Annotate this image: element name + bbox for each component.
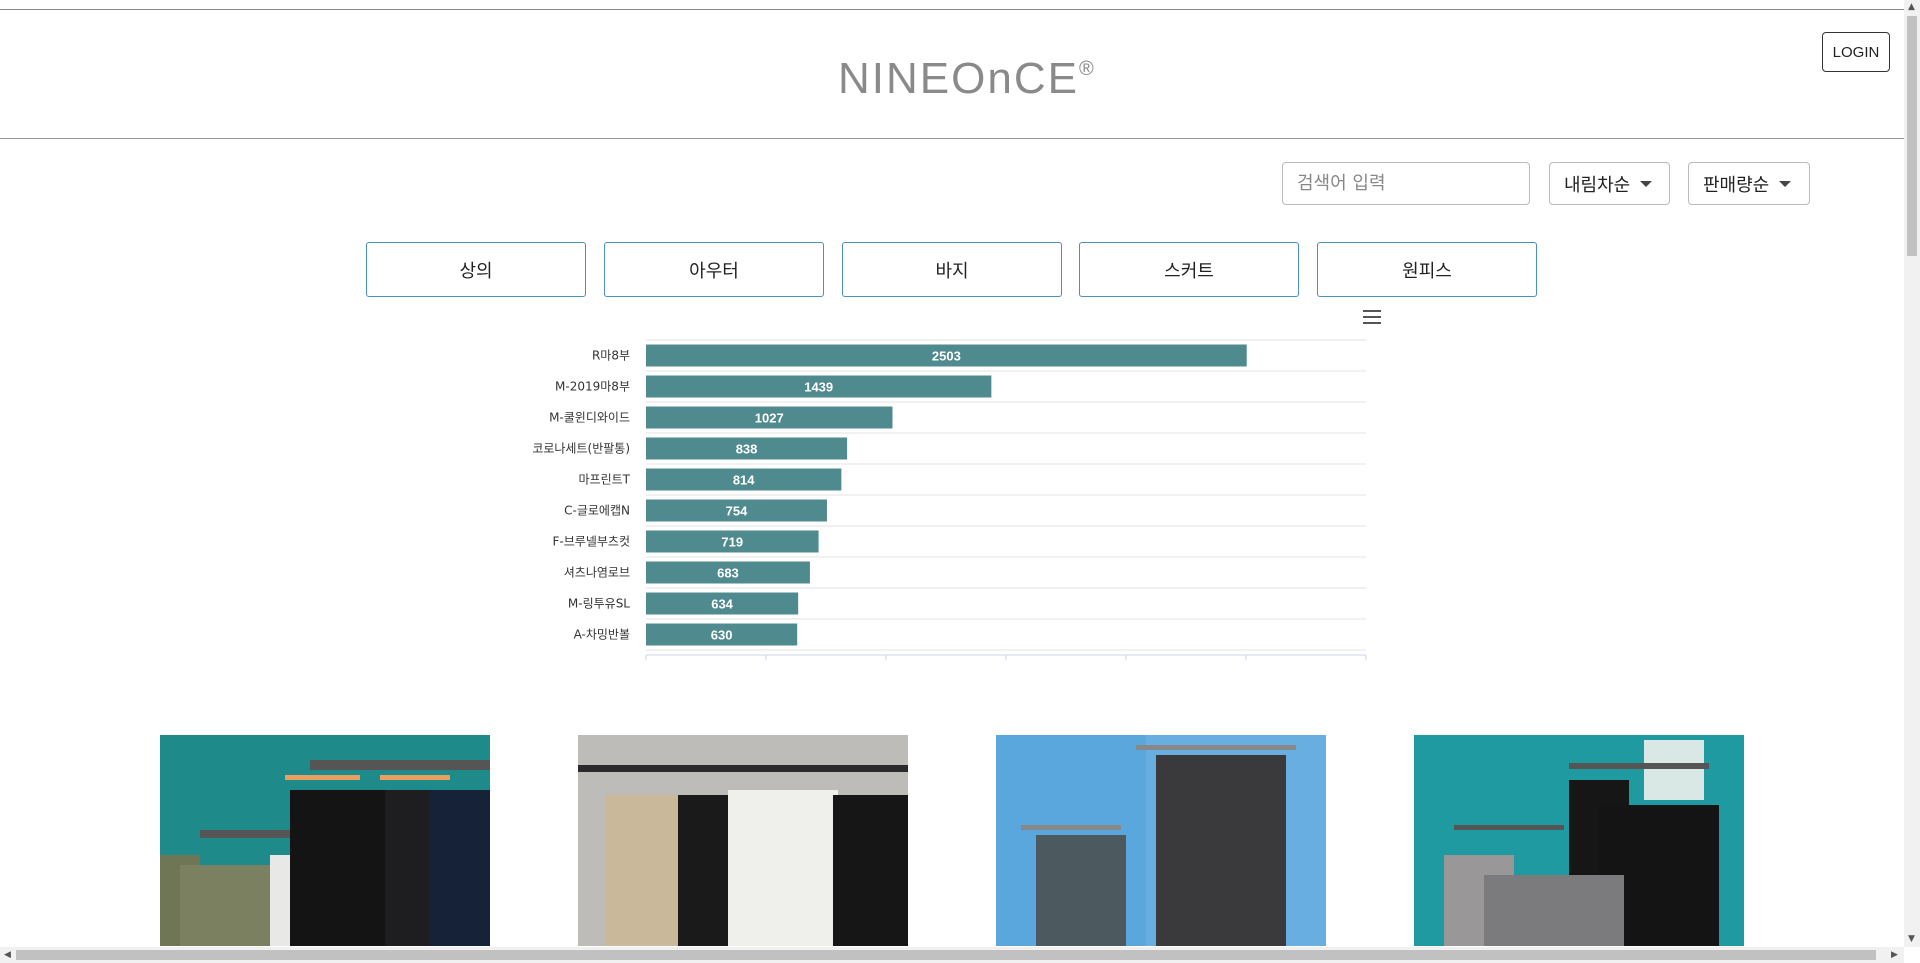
site-logo[interactable]: NINEOnCE® [838, 54, 1096, 104]
category-label: M-링투유SL [568, 597, 630, 611]
product-photo [160, 735, 490, 946]
data-label: 2503 [932, 349, 961, 364]
vertical-scrollbar-thumb[interactable] [1907, 16, 1917, 256]
category-label: M-2019마8부 [555, 380, 630, 394]
scroll-right-icon[interactable]: ▶ [1891, 950, 1898, 960]
site-header: NINEOnCE® LOGIN [0, 10, 1904, 139]
data-label: 814 [733, 473, 755, 488]
product-thumbnail-4[interactable] [1414, 735, 1744, 946]
vertical-scrollbar[interactable]: ▲ ▼ [1904, 0, 1920, 947]
chevron-down-icon [1640, 180, 1653, 187]
chart-menu-icon[interactable] [1363, 310, 1381, 326]
category-button-skirt[interactable]: 스커트 [1079, 242, 1299, 297]
scroll-up-icon[interactable]: ▲ [1908, 2, 1915, 12]
category-label: R마8부 [592, 349, 630, 363]
category-button-top[interactable]: 상의 [366, 242, 586, 297]
scroll-down-icon[interactable]: ▼ [1908, 934, 1915, 944]
product-thumbnail-3[interactable] [996, 735, 1326, 946]
product-photo [578, 735, 908, 946]
category-button-dress[interactable]: 원피스 [1317, 242, 1537, 297]
scroll-left-icon[interactable]: ◀ [4, 950, 11, 960]
horizontal-scrollbar-thumb[interactable] [16, 950, 1876, 960]
category-label: A-차밍반볼 [574, 628, 630, 642]
data-label: 630 [711, 628, 733, 643]
order-dropdown[interactable]: 내림차순 [1549, 162, 1670, 205]
category-label: 마프린트T [579, 473, 631, 487]
data-label: 683 [717, 566, 739, 581]
data-label: 719 [721, 535, 743, 550]
logo-registered-mark: ® [1078, 58, 1096, 80]
product-thumbnail-1[interactable] [160, 735, 490, 946]
sort-dropdown[interactable]: 판매량순 [1688, 162, 1810, 205]
product-photo [996, 735, 1326, 946]
data-label: 754 [726, 504, 748, 519]
data-label: 838 [736, 442, 758, 457]
chevron-down-icon [1779, 180, 1792, 187]
horizontal-scrollbar[interactable]: ◀ ▶ [0, 947, 1904, 963]
sort-dropdown-label: 판매량순 [1703, 174, 1770, 196]
search-input[interactable] [1282, 162, 1530, 205]
login-button[interactable]: LOGIN [1822, 32, 1890, 72]
data-label: 634 [711, 597, 733, 612]
logo-text: NINEOnCE [838, 54, 1079, 103]
data-label: 1027 [755, 411, 784, 426]
product-photo [1414, 735, 1744, 946]
category-label: C-글로에캡N [564, 504, 630, 518]
category-label: F-브루넬부츠컷 [553, 535, 630, 549]
product-thumbnail-2[interactable] [578, 735, 908, 946]
sales-bar-chart: R마8부 2503 M-2019마8부 1439 M-쿨윈디와이드 1027 코로나세트(반… [532, 339, 1367, 660]
category-button-pants[interactable]: 바지 [842, 242, 1062, 297]
category-label: M-쿨윈디와이드 [549, 411, 630, 425]
category-button-outer[interactable]: 아우터 [604, 242, 824, 297]
category-label: 셔츠나염로브 [564, 566, 630, 580]
data-label: 1439 [804, 380, 833, 395]
category-label: 코로나세트(반팔통) [532, 442, 630, 456]
order-dropdown-label: 내림차순 [1564, 174, 1631, 196]
